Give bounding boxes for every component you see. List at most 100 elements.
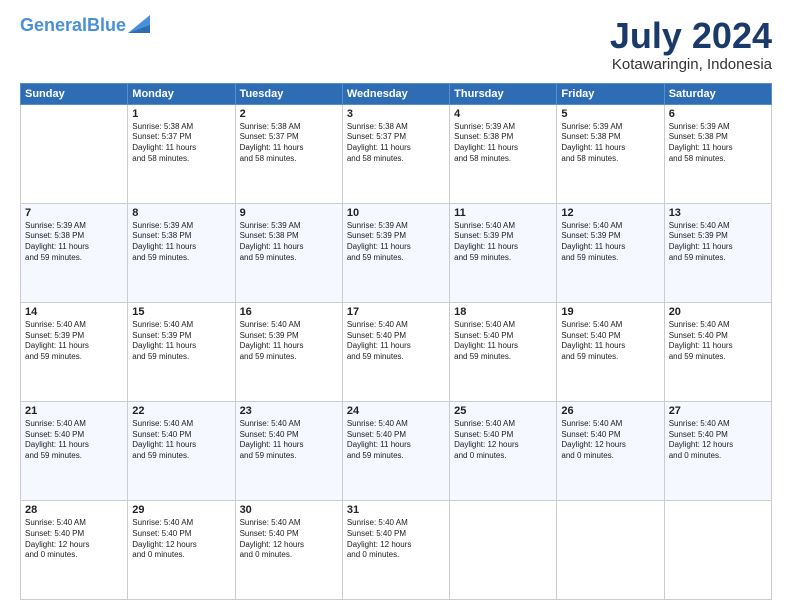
col-saturday: Saturday <box>664 83 771 104</box>
day-info: Sunrise: 5:39 AM Sunset: 5:38 PM Dayligh… <box>669 122 767 165</box>
day-info: Sunrise: 5:40 AM Sunset: 5:40 PM Dayligh… <box>454 320 552 363</box>
day-info: Sunrise: 5:40 AM Sunset: 5:40 PM Dayligh… <box>347 320 445 363</box>
day-info: Sunrise: 5:39 AM Sunset: 5:38 PM Dayligh… <box>240 221 338 264</box>
day-number: 3 <box>347 108 445 120</box>
day-info: Sunrise: 5:40 AM Sunset: 5:39 PM Dayligh… <box>240 320 338 363</box>
day-info: Sunrise: 5:40 AM Sunset: 5:40 PM Dayligh… <box>132 518 230 561</box>
table-row: 4 Sunrise: 5:39 AM Sunset: 5:38 PM Daylig… <box>450 104 557 203</box>
day-info: Sunrise: 5:40 AM Sunset: 5:39 PM Dayligh… <box>669 221 767 264</box>
day-number: 27 <box>669 405 767 417</box>
table-row: 29 Sunrise: 5:40 AM Sunset: 5:40 PM Dayli… <box>128 500 235 599</box>
table-row <box>21 104 128 203</box>
day-info: Sunrise: 5:40 AM Sunset: 5:40 PM Dayligh… <box>25 518 123 561</box>
day-number: 24 <box>347 405 445 417</box>
table-row: 12 Sunrise: 5:40 AM Sunset: 5:39 PM Dayli… <box>557 203 664 302</box>
table-row: 20 Sunrise: 5:40 AM Sunset: 5:40 PM Dayli… <box>664 302 771 401</box>
day-number: 15 <box>132 306 230 318</box>
table-row: 31Sunrise: 5:40 AM Sunset: 5:40 PM Dayli… <box>342 500 449 599</box>
title-block: July 2024 Kotawaringin, Indonesia <box>610 16 772 73</box>
header: GeneralBlue July 2024 Kotawaringin, Indo… <box>20 16 772 73</box>
table-row: 9 Sunrise: 5:39 AM Sunset: 5:38 PM Daylig… <box>235 203 342 302</box>
table-row: 6Sunrise: 5:39 AM Sunset: 5:38 PM Daylig… <box>664 104 771 203</box>
table-row: 18 Sunrise: 5:40 AM Sunset: 5:40 PM Dayli… <box>450 302 557 401</box>
table-row: 30Sunrise: 5:40 AM Sunset: 5:40 PM Dayli… <box>235 500 342 599</box>
day-number: 5 <box>561 108 659 120</box>
table-row: 16 Sunrise: 5:40 AM Sunset: 5:39 PM Dayli… <box>235 302 342 401</box>
day-number: 7 <box>25 207 123 219</box>
table-row: 14Sunrise: 5:40 AM Sunset: 5:39 PM Dayli… <box>21 302 128 401</box>
table-row: 10 Sunrise: 5:39 AM Sunset: 5:39 PM Dayli… <box>342 203 449 302</box>
day-number: 1 <box>132 108 230 120</box>
calendar-week-row: 28 Sunrise: 5:40 AM Sunset: 5:40 PM Dayli… <box>21 500 772 599</box>
day-info: Sunrise: 5:40 AM Sunset: 5:39 PM Dayligh… <box>561 221 659 264</box>
day-number: 18 <box>454 306 552 318</box>
day-number: 19 <box>561 306 659 318</box>
day-info: Sunrise: 5:40 AM Sunset: 5:40 PM Dayligh… <box>454 419 552 462</box>
day-info: Sunrise: 5:40 AM Sunset: 5:40 PM Dayligh… <box>347 419 445 462</box>
table-row: 11Sunrise: 5:40 AM Sunset: 5:39 PM Dayli… <box>450 203 557 302</box>
day-number: 30 <box>240 504 338 516</box>
table-row <box>450 500 557 599</box>
day-number: 8 <box>132 207 230 219</box>
calendar-week-row: 7 Sunrise: 5:39 AM Sunset: 5:38 PM Daylig… <box>21 203 772 302</box>
day-info: Sunrise: 5:40 AM Sunset: 5:39 PM Dayligh… <box>454 221 552 264</box>
calendar-week-row: 14Sunrise: 5:40 AM Sunset: 5:39 PM Dayli… <box>21 302 772 401</box>
table-row: 23 Sunrise: 5:40 AM Sunset: 5:40 PM Dayli… <box>235 401 342 500</box>
day-info: Sunrise: 5:40 AM Sunset: 5:39 PM Dayligh… <box>25 320 123 363</box>
table-row: 7Sunrise: 5:39 AM Sunset: 5:38 PM Daylig… <box>21 203 128 302</box>
page: GeneralBlue July 2024 Kotawaringin, Indo… <box>0 0 792 612</box>
calendar-week-row: 1 Sunrise: 5:38 AM Sunset: 5:37 PM Daylig… <box>21 104 772 203</box>
day-number: 29 <box>132 504 230 516</box>
calendar-table: Sunday Monday Tuesday Wednesday Thursday… <box>20 83 772 600</box>
table-row: 15 Sunrise: 5:40 AM Sunset: 5:39 PM Dayli… <box>128 302 235 401</box>
day-number: 9 <box>240 207 338 219</box>
table-row: 3 Sunrise: 5:38 AM Sunset: 5:37 PM Daylig… <box>342 104 449 203</box>
day-info: Sunrise: 5:38 AM Sunset: 5:37 PM Dayligh… <box>347 122 445 165</box>
day-number: 21 <box>25 405 123 417</box>
table-row: 1 Sunrise: 5:38 AM Sunset: 5:37 PM Daylig… <box>128 104 235 203</box>
day-number: 22 <box>132 405 230 417</box>
table-row: 2Sunrise: 5:38 AM Sunset: 5:37 PM Daylig… <box>235 104 342 203</box>
col-wednesday: Wednesday <box>342 83 449 104</box>
table-row: 5 Sunrise: 5:39 AM Sunset: 5:38 PM Daylig… <box>557 104 664 203</box>
day-info: Sunrise: 5:40 AM Sunset: 5:39 PM Dayligh… <box>132 320 230 363</box>
col-monday: Monday <box>128 83 235 104</box>
day-info: Sunrise: 5:39 AM Sunset: 5:39 PM Dayligh… <box>347 221 445 264</box>
table-row: 13Sunrise: 5:40 AM Sunset: 5:39 PM Dayli… <box>664 203 771 302</box>
day-info: Sunrise: 5:39 AM Sunset: 5:38 PM Dayligh… <box>561 122 659 165</box>
table-row: 26 Sunrise: 5:40 AM Sunset: 5:40 PM Dayli… <box>557 401 664 500</box>
day-number: 28 <box>25 504 123 516</box>
col-friday: Friday <box>557 83 664 104</box>
table-row <box>664 500 771 599</box>
day-info: Sunrise: 5:40 AM Sunset: 5:40 PM Dayligh… <box>347 518 445 561</box>
table-row: 27Sunrise: 5:40 AM Sunset: 5:40 PM Dayli… <box>664 401 771 500</box>
day-info: Sunrise: 5:39 AM Sunset: 5:38 PM Dayligh… <box>454 122 552 165</box>
table-row: 19Sunrise: 5:40 AM Sunset: 5:40 PM Dayli… <box>557 302 664 401</box>
table-row <box>557 500 664 599</box>
calendar-header-row: Sunday Monday Tuesday Wednesday Thursday… <box>21 83 772 104</box>
day-number: 23 <box>240 405 338 417</box>
day-info: Sunrise: 5:38 AM Sunset: 5:37 PM Dayligh… <box>132 122 230 165</box>
day-info: Sunrise: 5:40 AM Sunset: 5:40 PM Dayligh… <box>132 419 230 462</box>
day-number: 4 <box>454 108 552 120</box>
day-info: Sunrise: 5:40 AM Sunset: 5:40 PM Dayligh… <box>561 419 659 462</box>
day-number: 2 <box>240 108 338 120</box>
day-number: 16 <box>240 306 338 318</box>
logo-icon <box>128 15 150 33</box>
logo-text: GeneralBlue <box>20 16 126 36</box>
location: Kotawaringin, Indonesia <box>610 56 772 73</box>
month-year: July 2024 <box>610 16 772 56</box>
day-info: Sunrise: 5:40 AM Sunset: 5:40 PM Dayligh… <box>669 320 767 363</box>
day-number: 26 <box>561 405 659 417</box>
table-row: 24 Sunrise: 5:40 AM Sunset: 5:40 PM Dayli… <box>342 401 449 500</box>
table-row: 28 Sunrise: 5:40 AM Sunset: 5:40 PM Dayli… <box>21 500 128 599</box>
day-number: 12 <box>561 207 659 219</box>
logo: GeneralBlue <box>20 16 150 36</box>
day-info: Sunrise: 5:39 AM Sunset: 5:38 PM Dayligh… <box>132 221 230 264</box>
day-number: 25 <box>454 405 552 417</box>
table-row: 8 Sunrise: 5:39 AM Sunset: 5:38 PM Daylig… <box>128 203 235 302</box>
day-number: 10 <box>347 207 445 219</box>
table-row: 22 Sunrise: 5:40 AM Sunset: 5:40 PM Dayli… <box>128 401 235 500</box>
day-info: Sunrise: 5:40 AM Sunset: 5:40 PM Dayligh… <box>240 419 338 462</box>
day-number: 20 <box>669 306 767 318</box>
